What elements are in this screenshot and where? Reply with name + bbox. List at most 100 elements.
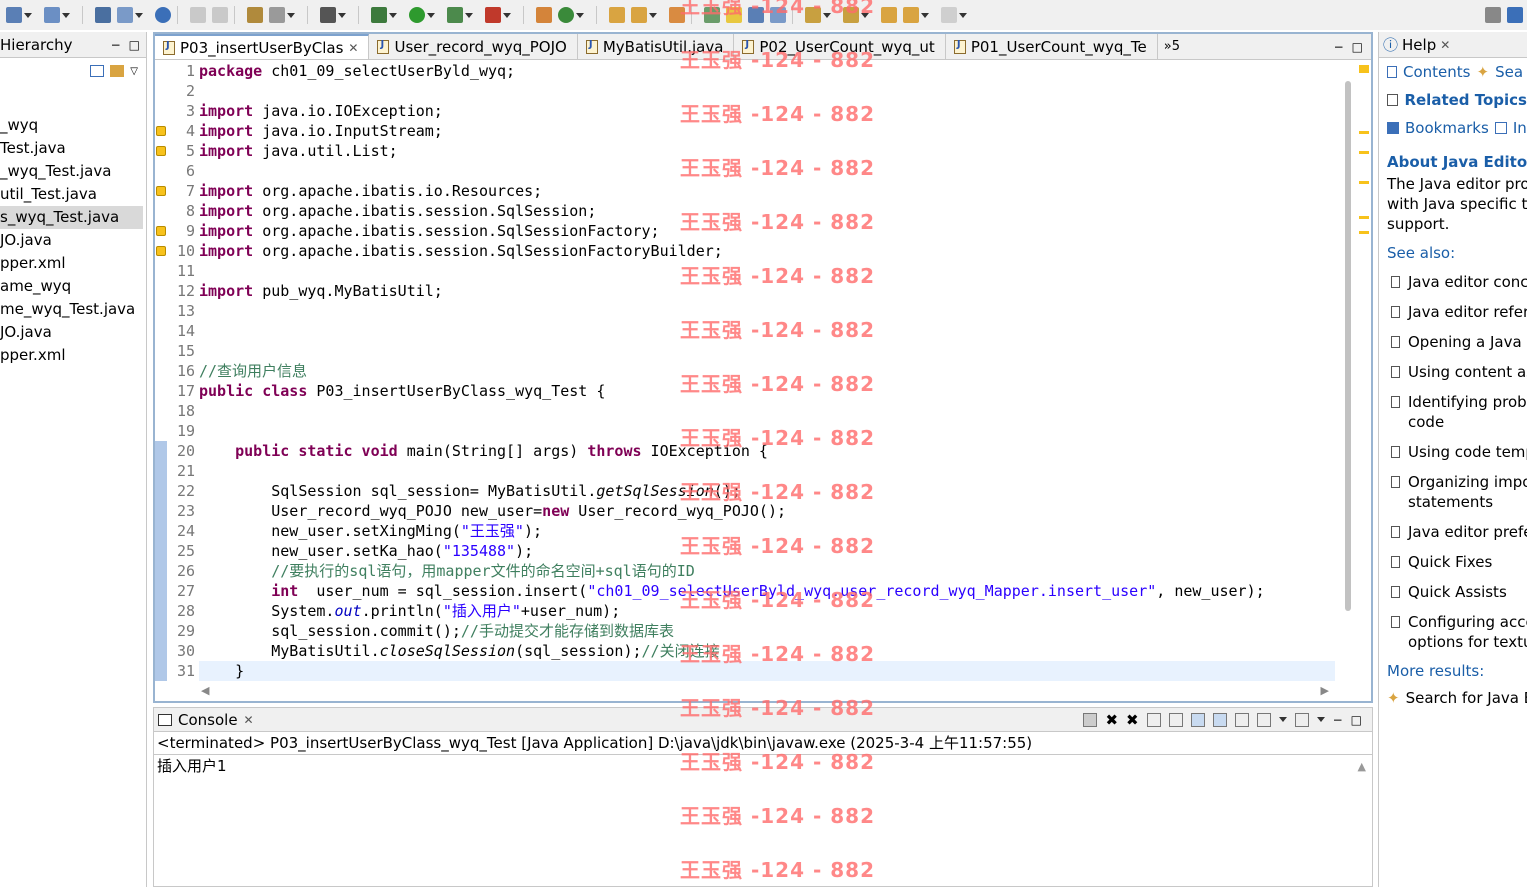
help-link[interactable]: Java editor refere (1379, 302, 1527, 322)
list-item[interactable]: pper.xml (0, 344, 146, 367)
chevron-down-icon[interactable] (135, 12, 143, 18)
search-link[interactable]: Sea (1495, 63, 1523, 81)
chevron-down-icon[interactable] (389, 12, 397, 18)
console-icon[interactable] (320, 7, 336, 23)
chevron-down-icon[interactable] (576, 12, 584, 18)
chevron-down-icon[interactable] (287, 12, 295, 18)
horizontal-scrollbar[interactable]: ◀ ▶ (155, 684, 1371, 701)
help-link[interactable]: Quick Fixes (1379, 552, 1527, 572)
list-item[interactable]: ame_wyq (0, 275, 146, 298)
task-icon[interactable] (247, 7, 263, 23)
chevron-down-icon[interactable] (1316, 717, 1325, 722)
open-task-icon[interactable] (631, 7, 647, 23)
undo-icon[interactable] (190, 7, 206, 23)
editor-tab[interactable]: P02_UserCount_wyq_ut (734, 34, 946, 59)
open-console-icon[interactable] (1294, 712, 1309, 727)
list-item[interactable]: _wyq_Test.java (0, 160, 146, 183)
chevron-down-icon[interactable] (338, 12, 346, 18)
chevron-down-icon[interactable] (1278, 717, 1287, 722)
chevron-down-icon[interactable] (649, 12, 657, 18)
forward-icon[interactable] (941, 7, 957, 23)
tab-console[interactable]: Console ✕ (154, 711, 262, 729)
show-stderr-icon[interactable] (1212, 712, 1227, 727)
search-icon[interactable] (44, 7, 60, 23)
link-icon[interactable] (269, 7, 285, 23)
warning-marker[interactable] (1359, 216, 1369, 219)
show-whitespace-icon[interactable] (770, 7, 786, 23)
debug-perspective-icon[interactable] (6, 7, 22, 23)
maximize-icon[interactable]: □ (129, 38, 140, 52)
index-link[interactable]: In (1513, 119, 1527, 137)
close-icon[interactable]: ✕ (1440, 38, 1450, 52)
list-item[interactable]: _wyq (0, 114, 146, 137)
list-item[interactable]: util_Test.java (0, 183, 146, 206)
contents-link[interactable]: Contents (1403, 63, 1470, 81)
remove-launch-icon[interactable]: ✖ (1105, 711, 1118, 729)
pin-console-icon[interactable] (1234, 712, 1249, 727)
warning-marker[interactable] (1359, 131, 1369, 134)
related-topics-link[interactable]: Related Topics (1404, 91, 1527, 109)
help-link[interactable]: Using code temp (1379, 442, 1527, 462)
scroll-up-icon[interactable]: ▲ (1358, 760, 1366, 773)
code-lines[interactable]: package ch01_09_selectUserByld_wyq; impo… (199, 61, 1335, 681)
chevron-down-icon[interactable] (427, 12, 435, 18)
help-link[interactable]: Identifying probl code (1379, 392, 1527, 432)
minimize-icon[interactable]: − (111, 38, 121, 52)
show-stdout-icon[interactable] (1190, 712, 1205, 727)
editor-tab[interactable]: P01_UserCount_wyq_Te (946, 34, 1158, 59)
help-link[interactable]: Java editor prefe (1379, 522, 1527, 542)
redo-icon[interactable] (212, 7, 228, 23)
chevron-down-icon[interactable] (823, 12, 831, 18)
new-class-icon[interactable] (558, 7, 574, 23)
help-link[interactable]: Opening a Java e (1379, 332, 1527, 352)
block-selection-icon[interactable] (748, 7, 764, 23)
list-item[interactable]: Test.java (0, 137, 146, 160)
help-link[interactable]: Java editor conce (1379, 272, 1527, 292)
globe-icon[interactable] (155, 7, 171, 23)
debug-icon[interactable] (371, 7, 387, 23)
mark-occurrences-icon[interactable] (704, 7, 720, 23)
warning-icon[interactable] (1359, 65, 1369, 73)
list-item[interactable]: pper.xml (0, 252, 146, 275)
minimize-icon[interactable]: − (1333, 713, 1343, 727)
chevron-down-icon[interactable] (861, 12, 869, 18)
new-package-icon[interactable] (536, 7, 552, 23)
back-icon[interactable] (903, 7, 919, 23)
collapse-all-icon[interactable] (90, 65, 105, 77)
next-annotation-icon[interactable] (805, 7, 821, 23)
help-link[interactable]: Configuring acce options for textu (1379, 612, 1527, 652)
coverage-icon[interactable] (447, 7, 463, 23)
maximize-icon[interactable]: □ (1352, 40, 1363, 54)
editor-tab[interactable]: User_record_wyq_POJO (369, 34, 578, 59)
warning-icon[interactable] (156, 146, 166, 156)
java-perspective-icon[interactable] (1507, 7, 1523, 23)
chevron-down-icon[interactable] (465, 12, 473, 18)
warning-icon[interactable] (156, 226, 166, 236)
scroll-lock-icon[interactable] (1168, 712, 1183, 727)
help-link[interactable]: Quick Assists (1379, 582, 1527, 602)
console-output[interactable]: 插入用户1 (154, 755, 1372, 777)
chevron-down-icon[interactable] (62, 12, 70, 18)
terminate-icon[interactable] (1083, 712, 1098, 727)
code-area[interactable]: 1 2 3 4 5 6 7 8 9 10 11 12 13 14 15 16 17 18 19 20 21 22 23 24 2… (155, 61, 1371, 686)
warning-marker[interactable] (1359, 231, 1369, 234)
open-type-icon[interactable] (609, 7, 625, 23)
close-icon[interactable]: ✕ (244, 713, 254, 727)
new-icon[interactable] (95, 7, 111, 23)
vertical-scrollbar[interactable] (1345, 81, 1351, 611)
save-icon[interactable] (117, 7, 133, 23)
list-item[interactable]: JO.java (0, 321, 146, 344)
warning-icon[interactable] (156, 246, 166, 256)
highlight-icon[interactable] (726, 7, 742, 23)
warning-icon[interactable] (156, 186, 166, 196)
help-link[interactable]: Organizing impo statements (1379, 472, 1527, 512)
chevron-down-icon[interactable]: ▽ (130, 66, 138, 77)
last-edit-icon[interactable] (881, 7, 897, 23)
display-console-icon[interactable] (1256, 712, 1271, 727)
minimize-icon[interactable]: − (1334, 40, 1344, 54)
chevron-down-icon[interactable] (921, 12, 929, 18)
maximize-icon[interactable]: □ (1351, 713, 1362, 727)
scroll-right-icon[interactable]: ▶ (1321, 684, 1329, 697)
chevron-down-icon[interactable] (24, 12, 32, 18)
scroll-left-icon[interactable]: ◀ (201, 684, 209, 697)
